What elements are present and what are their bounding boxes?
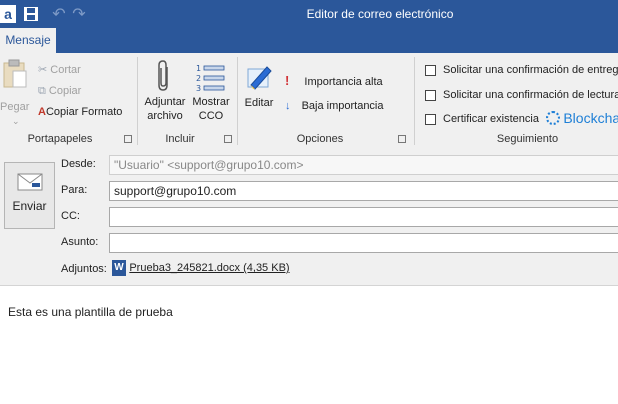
format-painter-button[interactable]: ACopiar Formato — [38, 106, 122, 118]
send-button[interactable]: Enviar — [4, 162, 55, 229]
show-bcc-label-2: CCO — [198, 110, 224, 122]
subject-field[interactable] — [109, 233, 618, 253]
group-separator — [414, 57, 415, 145]
tab-mensaje[interactable]: Mensaje — [0, 28, 56, 53]
edit-button[interactable]: Editar — [240, 96, 278, 110]
svg-text:2: 2 — [196, 74, 201, 83]
delivery-receipt-checkbox[interactable] — [425, 65, 436, 76]
show-bcc-label-1: Mostrar — [192, 96, 230, 108]
to-field[interactable]: support@grupo10.com — [109, 181, 618, 201]
format-painter-icon: A — [38, 106, 46, 118]
blockchain-label: Blockchain — [563, 110, 618, 126]
scissors-icon: ✂ — [38, 64, 48, 76]
read-receipt-checkbox[interactable] — [425, 90, 436, 101]
save-icon[interactable] — [22, 5, 40, 23]
show-bcc-button[interactable]: Mostrar CCO — [190, 95, 232, 123]
group-separator — [237, 57, 238, 145]
delivery-receipt-label: Solicitar una confirmación de entrega — [443, 64, 618, 76]
blockchain-logo-icon — [546, 111, 560, 125]
incluir-launcher[interactable] — [224, 135, 232, 143]
attachments-label: Adjuntos: — [61, 263, 107, 275]
paste-button[interactable]: Pegar — [0, 101, 29, 113]
blockchain-badge: Blockchain — [546, 110, 618, 126]
app-icon: a — [0, 5, 16, 23]
envelope-icon — [15, 171, 45, 193]
message-header: Enviar Desde: "Usuario" <support@grupo10… — [0, 149, 618, 286]
group-label-portapapeles: Portapapeles — [27, 133, 93, 145]
svg-text:3: 3 — [196, 84, 201, 93]
cut-button[interactable]: ✂ Cortar — [38, 63, 81, 76]
read-receipt-label: Solicitar una confirmación de lectura — [443, 89, 618, 101]
attachment-item[interactable]: W Prueba3_245821.docx (4,35 KB) — [112, 260, 290, 276]
group-label-seguimiento: Seguimiento — [496, 133, 559, 145]
low-importance-label: Baja importancia — [301, 100, 384, 112]
to-label: Para: — [61, 184, 88, 196]
high-importance-button[interactable]: ! Importancia alta — [285, 73, 383, 88]
attach-label-1: Adjuntar — [144, 96, 186, 108]
copy-label: Copiar — [48, 85, 82, 97]
undo-icon[interactable]: ↶ — [50, 5, 68, 23]
window-title: Editor de correo electrónico — [306, 7, 454, 21]
send-label: Enviar — [12, 199, 47, 213]
tab-bar — [0, 28, 618, 53]
opciones-launcher[interactable] — [398, 135, 406, 143]
attach-label-2: archivo — [147, 110, 183, 122]
paste-dropdown-icon[interactable]: ⌄ — [12, 116, 20, 127]
paste-icon[interactable] — [2, 59, 28, 89]
copy-button[interactable]: ⧉ Copiar — [38, 85, 81, 98]
attachment-name: Prueba3_245821.docx (4,35 KB) — [129, 262, 290, 274]
down-arrow-icon: ↓ — [285, 100, 291, 112]
group-label-incluir: Incluir — [165, 133, 195, 145]
group-label-opciones: Opciones — [296, 133, 344, 145]
low-importance-button[interactable]: ↓ Baja importancia — [285, 100, 384, 112]
word-doc-icon: W — [112, 260, 126, 276]
edit-icon — [245, 63, 275, 94]
attach-file-button[interactable]: Adjuntar archivo — [142, 95, 188, 123]
paperclip-icon — [156, 59, 172, 96]
cc-field[interactable] — [109, 207, 618, 227]
group-separator — [137, 57, 138, 145]
exclamation-icon: ! — [285, 73, 290, 88]
bcc-list-icon: 1 2 3 — [196, 63, 226, 96]
redo-icon[interactable]: ↷ — [70, 5, 88, 23]
format-painter-label: Copiar Formato — [45, 106, 123, 118]
portapapeles-launcher[interactable] — [124, 135, 132, 143]
cc-label: CC: — [61, 210, 80, 222]
copy-icon: ⧉ — [38, 85, 46, 97]
from-label: Desde: — [61, 158, 96, 170]
cut-label: Cortar — [50, 64, 81, 76]
certify-checkbox[interactable] — [425, 114, 436, 125]
ribbon: Pegar ⌄ ✂ Cortar ⧉ Copiar ACopiar Format… — [0, 53, 618, 150]
message-body[interactable]: Esta es una plantilla de prueba — [8, 305, 173, 319]
high-importance-label: Importancia alta — [304, 76, 383, 88]
subject-label: Asunto: — [61, 236, 99, 248]
from-field: "Usuario" <support@grupo10.com> — [109, 155, 618, 175]
title-bar: a ↶ ↷ Editor de correo electrónico — [0, 0, 618, 28]
certify-label: Certificar existencia — [443, 113, 539, 125]
svg-text:1: 1 — [196, 64, 201, 73]
